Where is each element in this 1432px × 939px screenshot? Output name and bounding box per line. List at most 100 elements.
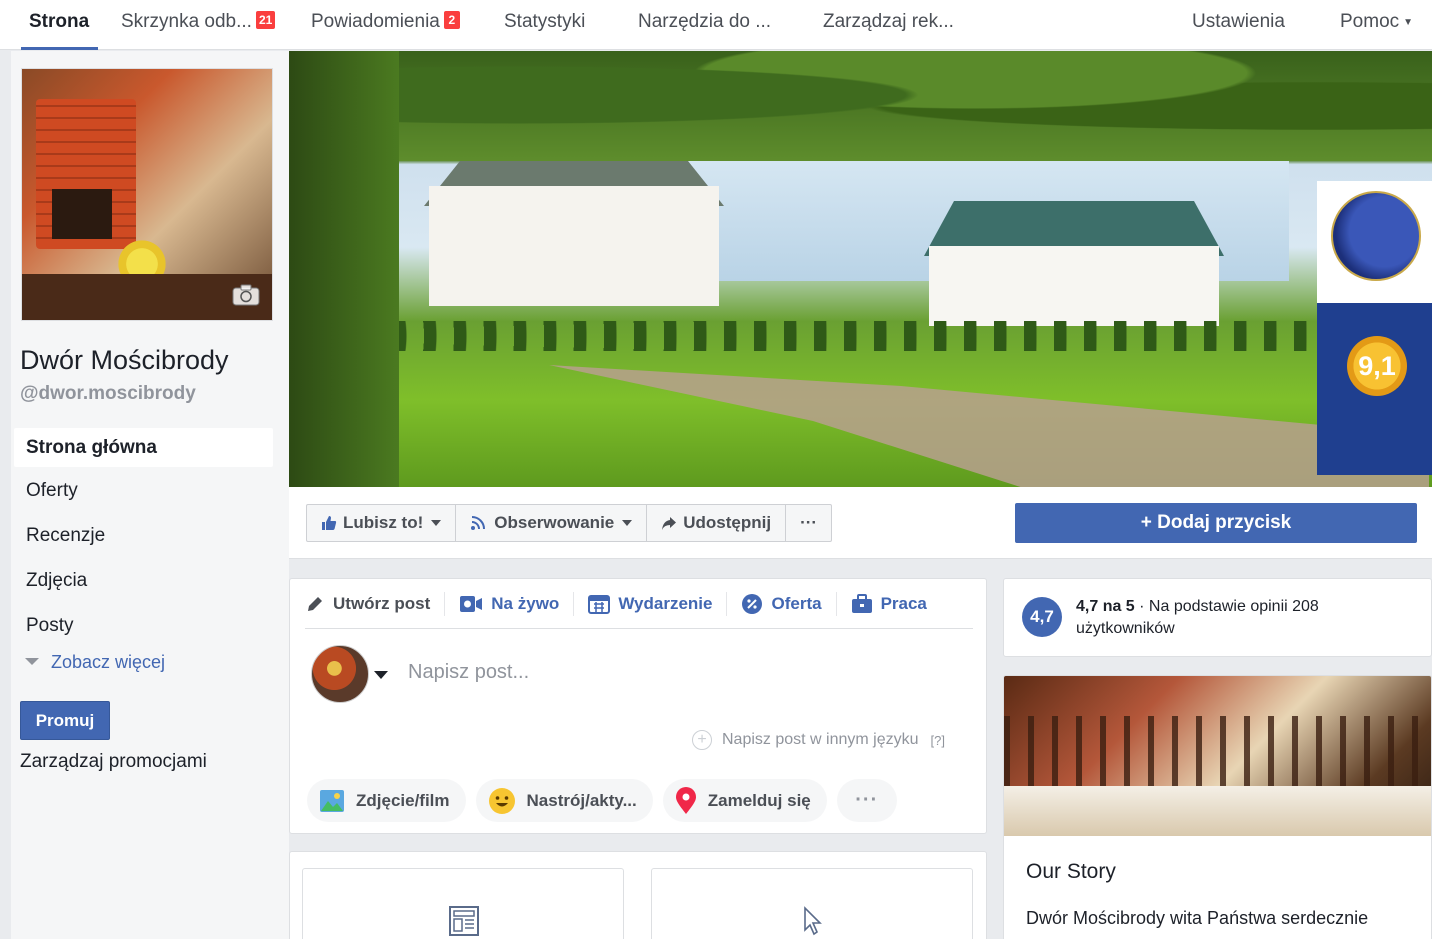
composer-tab-label: Praca	[880, 593, 927, 613]
rating-summary-card: 4,7 4,7 na 5 · Na podstawie opinii 208 u…	[1003, 578, 1432, 657]
composer-tab-event[interactable]: Wydarzenie	[574, 591, 728, 616]
cover-photo[interactable]: 9,1	[289, 51, 1432, 487]
tab-label: Statystyki	[504, 11, 586, 32]
profile-picture-hearth	[52, 189, 112, 239]
tab-notifications[interactable]: Powiadomienia 2	[311, 0, 460, 50]
post-text-input[interactable]: Napisz post...	[408, 661, 529, 684]
other-language-label: Napisz post w innym języku	[722, 731, 919, 748]
post-composer: Utwórz post Na żywo Wydarzenie Oferta Pr…	[289, 578, 987, 834]
manage-promotions-link[interactable]: Zarządzaj promocjami	[20, 751, 207, 773]
feeling-activity-label: Nastrój/akty...	[526, 790, 637, 810]
plus-circle-icon: +	[692, 730, 712, 750]
caret-down-icon[interactable]	[374, 671, 388, 679]
cover-brick-path	[549, 365, 1429, 487]
live-video-icon	[460, 595, 483, 612]
action-button-group: Lubisz to! Obserwowanie Udostępnij ···	[306, 504, 833, 542]
like-button[interactable]: Lubisz to!	[307, 505, 457, 541]
page-tools-card	[289, 851, 987, 939]
see-more-label: Zobacz więcej	[51, 652, 166, 672]
calendar-icon	[588, 594, 611, 614]
page-username[interactable]: @dwor.moscibrody	[20, 383, 196, 405]
page-tool-tile[interactable]	[651, 868, 973, 939]
location-pin-icon	[675, 786, 696, 814]
page-action-bar: Lubisz to! Obserwowanie Udostępnij ··· +…	[289, 487, 1432, 559]
feeling-activity-button[interactable]: Nastrój/akty...	[475, 779, 653, 822]
rating-summary-text[interactable]: 4,7 na 5 · Na podstawie opinii 208 użytk…	[1076, 596, 1416, 640]
check-in-button[interactable]: Zamelduj się	[662, 779, 827, 822]
composer-tab-label: Na żywo	[491, 593, 560, 613]
award-emblem-area	[1317, 181, 1432, 303]
nav-item-photos[interactable]: Zdjęcia	[14, 561, 273, 606]
promote-button[interactable]: Promuj	[20, 701, 110, 740]
composer-attachments: Zdjęcie/film Nastrój/akty... Zamelduj si…	[307, 779, 907, 822]
page-title: Dwór Mościbrody	[20, 345, 229, 375]
our-story-image	[1004, 676, 1431, 836]
composer-tab-live[interactable]: Na żywo	[445, 591, 575, 616]
composer-tab-job[interactable]: Praca	[837, 592, 941, 616]
cover-tree-canopy	[289, 51, 1432, 161]
nav-item-offers[interactable]: Oferty	[14, 471, 273, 516]
our-story-card[interactable]: Our Story Dwór Mościbrody wita Państwa s…	[1003, 675, 1432, 939]
nav-item-home[interactable]: Strona główna	[14, 428, 273, 467]
page-tab-bar: Strona Skrzynka odb... 21 Powiadomienia 2 …	[0, 0, 1432, 50]
profile-picture[interactable]	[21, 68, 273, 321]
help-link[interactable]: [?]	[931, 733, 945, 748]
follow-label: Obserwowanie	[494, 513, 615, 532]
inbox-count-badge: 21	[255, 11, 276, 29]
post-other-language-link[interactable]: + Napisz post w innym języku [?]	[692, 730, 945, 750]
newspaper-icon	[449, 906, 479, 936]
composer-avatar[interactable]	[311, 645, 369, 703]
composer-tab-label: Oferta	[771, 593, 822, 613]
like-label: Lubisz to!	[343, 513, 424, 532]
caret-down-icon	[431, 520, 442, 526]
nav-item-posts[interactable]: Posty	[14, 606, 273, 651]
tab-page[interactable]: Strona	[20, 0, 99, 50]
briefcase-icon	[851, 593, 872, 613]
triangle-down-icon	[25, 658, 39, 665]
cover-right-manor	[929, 246, 1219, 326]
tab-publishing-tools[interactable]: Narzędzia do ...	[638, 0, 771, 50]
tab-label: Ustawienia	[1192, 11, 1285, 32]
rss-follow-icon	[471, 516, 486, 530]
composer-tab-label: Wydarzenie	[618, 593, 713, 613]
cover-left-tree	[289, 51, 399, 487]
share-button[interactable]: Udostępnij	[647, 505, 787, 541]
tab-settings[interactable]: Ustawienia	[1192, 0, 1285, 50]
tab-label: Strona	[29, 11, 90, 32]
more-options-button[interactable]: ···	[786, 505, 831, 541]
share-arrow-icon	[662, 517, 677, 530]
composer-tabs: Utwórz post Na żywo Wydarzenie Oferta Pr…	[305, 579, 973, 629]
tab-ad-center[interactable]: Zarządzaj rek...	[823, 0, 954, 50]
caret-down-icon: ▼	[1403, 17, 1414, 28]
tab-label: Pomoc	[1340, 11, 1400, 32]
follow-button[interactable]: Obserwowanie	[456, 505, 648, 541]
story-image-chairs	[1004, 716, 1431, 786]
nav-item-reviews[interactable]: Recenzje	[14, 516, 273, 561]
cover-left-manor	[429, 186, 719, 306]
page-tool-tile[interactable]	[302, 868, 624, 939]
tab-label: Narzędzia do ...	[638, 11, 772, 32]
composer-tab-create-post[interactable]: Utwórz post	[305, 591, 446, 616]
see-more-link[interactable]: Zobacz więcej	[25, 652, 165, 673]
more-options-label: ···	[800, 513, 818, 532]
booking-award-badge: 9,1	[1317, 181, 1432, 475]
caret-down-icon	[622, 520, 633, 526]
thumbs-up-icon	[322, 516, 337, 530]
tab-label: Skrzynka odb...	[121, 11, 252, 32]
photo-video-button[interactable]: Zdjęcie/film	[307, 779, 466, 822]
cover-hedges	[289, 321, 1432, 351]
composer-tab-offer[interactable]: Oferta	[727, 591, 837, 616]
add-button-button[interactable]: + Dodaj przycisk	[1015, 503, 1417, 543]
tab-help[interactable]: Pomoc ▼	[1340, 0, 1413, 50]
camera-icon[interactable]	[232, 284, 260, 306]
composer-more-button[interactable]: ···	[836, 779, 897, 822]
story-image-tablecloth	[1004, 786, 1431, 836]
award-score: 9,1	[1347, 336, 1407, 396]
tab-insights[interactable]: Statystyki	[504, 0, 585, 50]
pencil-icon	[308, 596, 322, 611]
tab-inbox[interactable]: Skrzynka odb... 21	[121, 0, 276, 50]
cursor-pointer-icon	[804, 906, 822, 936]
rating-score-badge: 4,7	[1022, 597, 1062, 637]
offer-percent-icon	[742, 593, 763, 614]
tab-label: Powiadomienia	[311, 11, 440, 32]
